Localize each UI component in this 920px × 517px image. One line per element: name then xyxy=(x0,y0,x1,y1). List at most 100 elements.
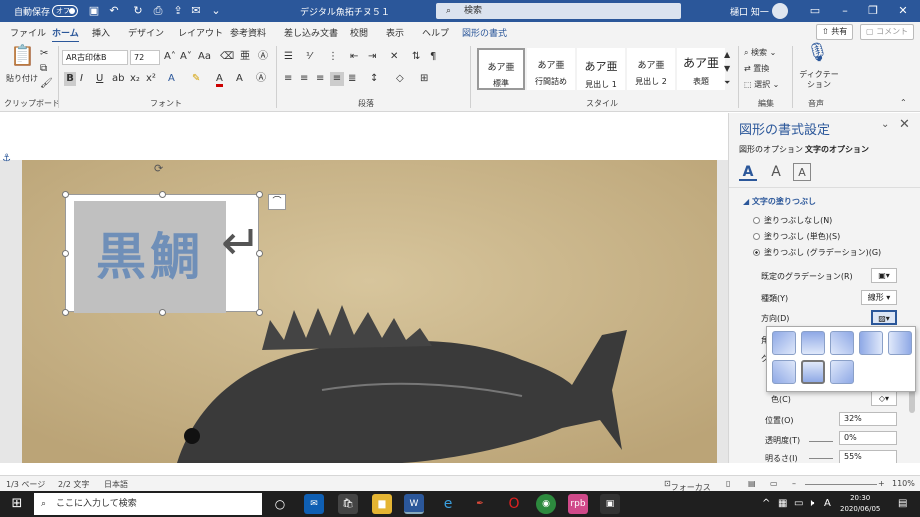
select-button[interactable]: ⬚ 選択 ⌄ xyxy=(744,78,779,92)
export-icon[interactable]: ⇪ xyxy=(170,3,186,19)
tab-file[interactable]: ファイル xyxy=(10,26,46,39)
style-heading1[interactable]: あア亜 見出し 1 xyxy=(577,48,625,90)
paint-app-icon[interactable]: ✒ xyxy=(470,494,490,514)
numbering-icon[interactable]: ⅟ xyxy=(306,50,312,64)
close-icon[interactable]: ✕ xyxy=(888,2,918,20)
show-marks-icon[interactable]: ¶ xyxy=(430,50,436,64)
tab-shape-options[interactable]: 図形のオプション xyxy=(739,144,803,155)
text-fill-outline-icon[interactable]: A xyxy=(739,163,757,181)
clock[interactable]: 20:30 2020/06/05 xyxy=(840,493,880,515)
font-name-select[interactable]: AR古印体B xyxy=(62,50,128,65)
restore-icon[interactable]: ❐ xyxy=(858,2,888,20)
title-text[interactable]: 黒鯛 xyxy=(74,201,226,313)
volume-icon[interactable]: 🕨 xyxy=(808,497,814,511)
tray-app-icon[interactable]: ▦ xyxy=(778,497,787,511)
direction-swatch[interactable] xyxy=(888,331,912,355)
style-title[interactable]: あア亜 表題 xyxy=(677,48,725,90)
asian-layout-icon[interactable]: ✕ xyxy=(390,50,398,64)
borders-icon[interactable]: ⊞ xyxy=(420,72,428,86)
styles-scroll-up-icon[interactable]: ▲ xyxy=(724,48,730,62)
ime-icon[interactable]: A xyxy=(824,497,831,511)
align-center-icon[interactable]: ≡ xyxy=(300,72,308,86)
save-icon[interactable]: ▣ xyxy=(86,3,102,19)
cut-icon[interactable]: ✂ xyxy=(40,47,48,61)
word-app-icon[interactable]: W xyxy=(404,494,424,514)
print-icon[interactable]: ⎙ xyxy=(150,3,166,19)
paste-icon[interactable]: 📋 xyxy=(10,45,35,72)
direction-swatch-selected[interactable] xyxy=(801,360,825,384)
tab-design[interactable]: デザイン xyxy=(128,26,164,39)
style-normal[interactable]: あア亜 標準 xyxy=(477,48,525,90)
search-box[interactable]: ⌕ 検索 xyxy=(436,3,681,19)
copy-icon[interactable]: ⧉ xyxy=(40,62,47,76)
dictate-button[interactable]: ディクテーション xyxy=(798,70,840,90)
resize-handle[interactable] xyxy=(159,309,166,316)
section-text-fill[interactable]: ◢ 文字の塗りつぶし xyxy=(743,196,816,207)
find-button[interactable]: ⌕ 検索 ⌄ xyxy=(744,46,776,60)
subscript-icon[interactable]: x₂ xyxy=(130,72,140,86)
type-dropdown[interactable]: 線形 ▾ xyxy=(861,290,897,305)
explorer-app-icon[interactable]: ▆ xyxy=(372,494,392,514)
superscript-icon[interactable]: x² xyxy=(146,72,156,86)
taskbar-search[interactable]: ⌕ ここに入力して検索 xyxy=(34,493,262,515)
chrome-app-icon[interactable]: ◉ xyxy=(536,494,556,514)
multilevel-list-icon[interactable]: ⋮ xyxy=(328,50,338,64)
print-layout-icon[interactable]: ▤ xyxy=(748,479,756,488)
mail-app-icon[interactable]: ✉ xyxy=(304,494,324,514)
page-count[interactable]: 1/3 ページ xyxy=(6,479,45,490)
highlight-icon[interactable]: ✎ xyxy=(192,72,200,86)
resize-handle[interactable] xyxy=(256,309,263,316)
store-app-icon[interactable]: 🛍 xyxy=(338,494,358,514)
pane-options-icon[interactable]: ⌄ xyxy=(881,119,889,130)
focus-button[interactable]: ⊡ フォーカス xyxy=(664,479,711,492)
microphone-icon[interactable]: 🎙 xyxy=(806,44,829,68)
transparency-spinner[interactable]: 0% xyxy=(839,431,897,445)
direction-swatch[interactable] xyxy=(772,331,796,355)
comment-button[interactable]: ▢ コメント xyxy=(860,24,915,40)
decrease-indent-icon[interactable]: ⇤ xyxy=(350,50,358,64)
read-mode-icon[interactable]: ▯ xyxy=(726,479,730,488)
tab-layout[interactable]: レイアウト xyxy=(178,26,223,39)
zoom-in-icon[interactable]: + xyxy=(878,479,885,488)
tab-insert[interactable]: 挿入 xyxy=(92,26,110,39)
text-box[interactable]: 黒鯛 ↵ xyxy=(62,191,263,316)
media-app-icon[interactable]: ▣ xyxy=(600,494,620,514)
tab-review[interactable]: 校閲 xyxy=(350,26,368,39)
zoom-slider[interactable] xyxy=(805,484,877,485)
paste-button[interactable]: 貼り付け xyxy=(6,72,38,86)
direction-swatch[interactable] xyxy=(859,331,883,355)
tab-home[interactable]: ホーム xyxy=(52,26,79,43)
line-spacing-icon[interactable]: ↕ xyxy=(370,72,378,86)
char-border-icon[interactable]: Ⓐ xyxy=(256,72,266,86)
resize-handle[interactable] xyxy=(256,250,263,257)
text-effects-icon[interactable]: A xyxy=(168,72,175,86)
notification-icon[interactable]: ▤ xyxy=(898,497,907,511)
bold-button[interactable]: B xyxy=(64,72,76,86)
text-effects-icon[interactable]: A xyxy=(767,163,785,181)
customize-icon[interactable]: ⌄ xyxy=(208,3,224,19)
autosave-toggle[interactable]: オフ xyxy=(52,5,78,17)
resize-handle[interactable] xyxy=(159,191,166,198)
direction-swatch[interactable] xyxy=(830,360,854,384)
styles-more-icon[interactable]: ⏷ xyxy=(724,76,730,90)
textbox-icon[interactable]: A xyxy=(793,163,811,181)
font-size-select[interactable]: 72 xyxy=(130,50,160,65)
tab-mailings[interactable]: 差し込み文書 xyxy=(284,26,338,39)
direction-swatch[interactable] xyxy=(830,331,854,355)
align-left-icon[interactable]: ≡ xyxy=(284,72,292,86)
style-no-spacing[interactable]: あア亜 行間詰め xyxy=(527,48,575,90)
resize-handle[interactable] xyxy=(62,250,69,257)
transparency-slider[interactable] xyxy=(809,441,833,442)
direction-swatch[interactable] xyxy=(801,331,825,355)
italic-button[interactable]: I xyxy=(80,72,83,86)
color-picker-button[interactable]: ◇▾ xyxy=(871,391,897,406)
ribbon-display-icon[interactable]: ▭ xyxy=(800,2,830,20)
fish-print-image[interactable]: 黒鯛 ↵ ⟳ ⌒ xyxy=(22,160,717,463)
zoom-out-icon[interactable]: – xyxy=(792,479,796,488)
task-view-icon[interactable]: ○ xyxy=(270,494,290,514)
opera-app-icon[interactable]: O xyxy=(504,494,524,514)
sort-icon[interactable]: ⇅ xyxy=(412,50,420,64)
shading-icon[interactable]: ◇ xyxy=(396,72,404,86)
enclose-char-icon[interactable]: Ⓐ xyxy=(258,50,268,64)
word-count[interactable]: 2/2 文字 xyxy=(58,479,89,490)
